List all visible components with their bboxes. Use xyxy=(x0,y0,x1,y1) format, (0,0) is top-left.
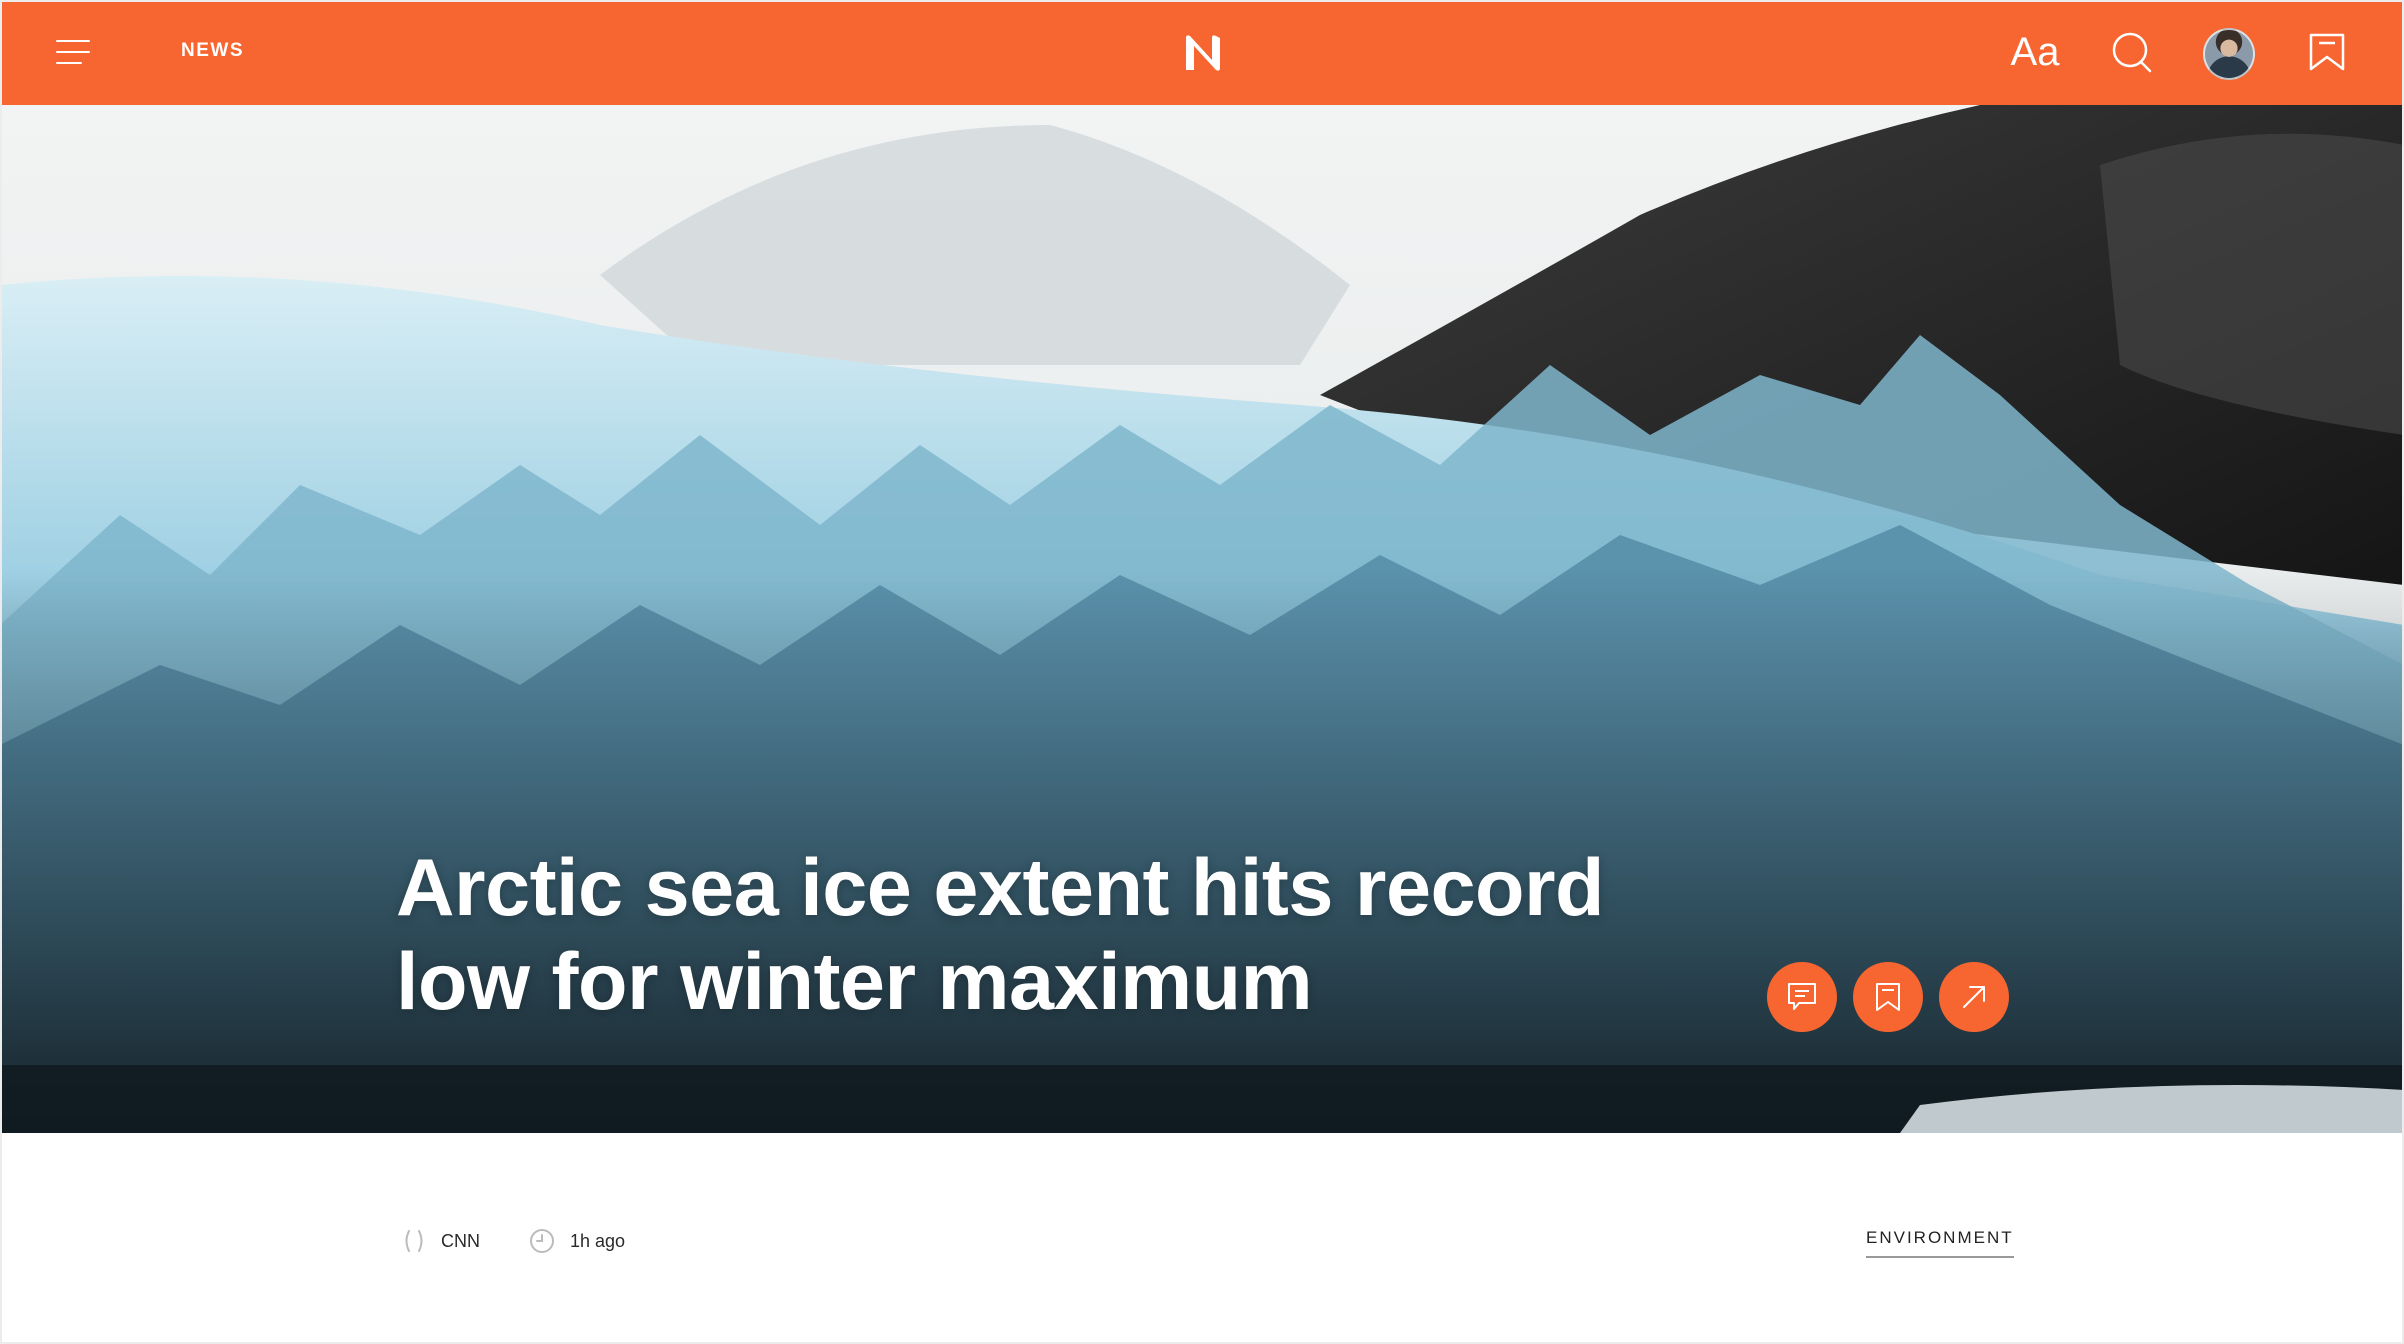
share-button[interactable] xyxy=(1939,962,2009,1032)
user-avatar[interactable] xyxy=(2203,28,2255,80)
bookmark-icon[interactable] xyxy=(2305,30,2349,74)
article-source[interactable]: CNN xyxy=(403,1227,480,1255)
category-tag[interactable]: ENVIRONMENT xyxy=(1866,1228,2014,1258)
article-timestamp: 1h ago xyxy=(528,1227,625,1255)
comment-button[interactable] xyxy=(1767,962,1837,1032)
headline-line-2: low for winter maximum xyxy=(396,937,1313,1027)
logo-icon[interactable] xyxy=(1180,30,1226,76)
search-icon[interactable] xyxy=(2106,27,2158,79)
time-ago: 1h ago xyxy=(570,1230,626,1251)
font-size-button[interactable]: Aa xyxy=(2005,24,2065,80)
save-button[interactable] xyxy=(1853,962,1923,1032)
clock-icon xyxy=(530,1229,554,1253)
source-icon xyxy=(405,1230,423,1252)
hamburger-menu-icon[interactable] xyxy=(52,30,96,74)
nav-news-link[interactable]: NEWS xyxy=(181,40,244,62)
hero-image[interactable]: Arctic sea ice extent hits record low fo… xyxy=(0,105,2404,1133)
top-navigation-bar: NEWS Aa xyxy=(0,0,2404,105)
source-name: CNN xyxy=(441,1230,480,1251)
headline-line-1: Arctic sea ice extent hits record xyxy=(396,843,1605,933)
article-headline[interactable]: Arctic sea ice extent hits record low fo… xyxy=(396,841,1756,1029)
bookmark-icon xyxy=(1876,983,1900,1011)
share-arrow-icon xyxy=(1963,986,1985,1008)
comment-icon xyxy=(1788,983,1816,1010)
